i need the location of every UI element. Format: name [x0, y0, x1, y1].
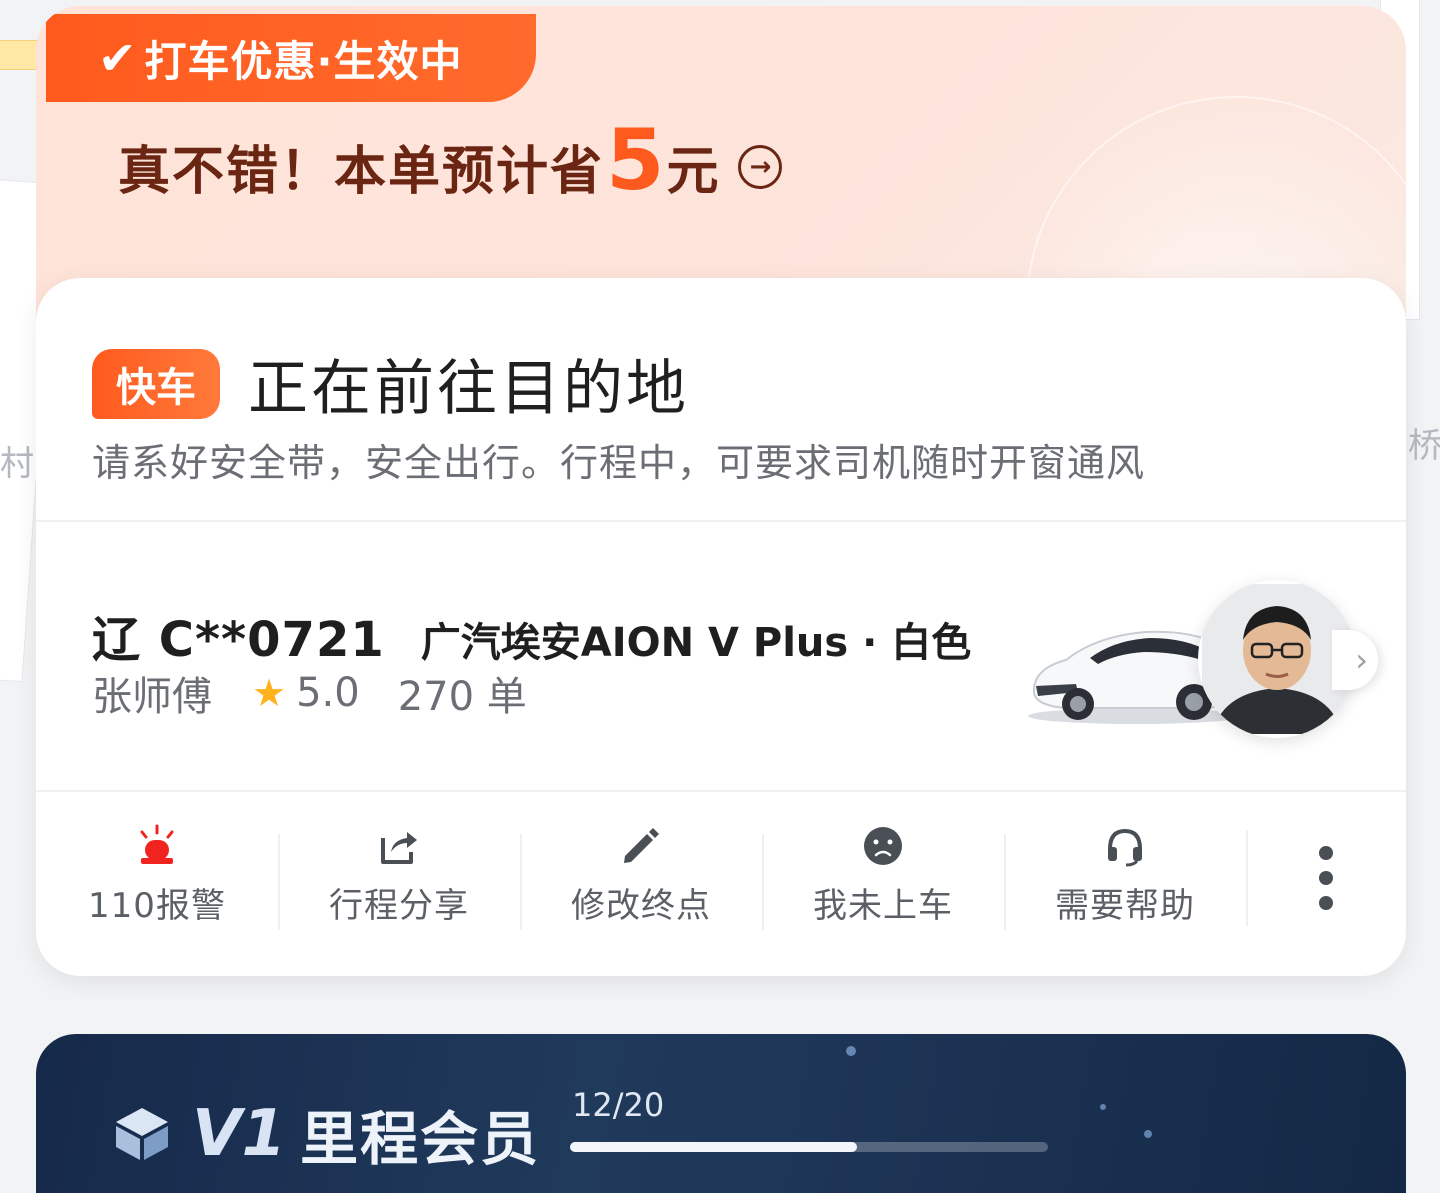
map-road: [0, 40, 40, 70]
driver-order-count: 270 单: [397, 674, 527, 720]
member-title-row: V1 里程会员: [110, 1092, 540, 1176]
member-progress-fill: [570, 1142, 857, 1152]
promo-saving-amount: 5: [606, 111, 665, 209]
member-card[interactable]: V1 里程会员 12/20: [36, 1034, 1406, 1193]
alarm-110-button[interactable]: 110报警: [36, 818, 278, 938]
sparkle-decoration: [1100, 1104, 1106, 1110]
promo-headline[interactable]: 真不错！本单预计省 5 元 →: [118, 111, 783, 209]
map-place-label: 桥: [1408, 426, 1440, 466]
trip-status-row: 快车 正在前往目的地: [92, 340, 689, 427]
promo-tag-text: 打车优惠·生效中: [144, 36, 463, 86]
more-vertical-icon: [1319, 846, 1333, 910]
action-label: 我未上车: [813, 886, 953, 926]
star-icon: ★: [252, 671, 287, 715]
need-help-button[interactable]: 需要帮助: [1004, 818, 1246, 938]
siren-icon: [133, 818, 181, 874]
check-icon: ✔: [98, 31, 137, 85]
share-trip-button[interactable]: 行程分享: [278, 818, 520, 938]
headset-icon: [1104, 818, 1146, 874]
action-label: 行程分享: [329, 886, 469, 926]
driver-photo: [1202, 584, 1352, 734]
car-hubcap: [1185, 693, 1203, 711]
license-plate: 辽 C**0721: [92, 612, 385, 668]
vehicle-info[interactable]: 辽 C**0721 广汽埃安AION V Plus · 白色: [92, 600, 971, 670]
map-place-label: 村: [0, 444, 34, 484]
divider: [36, 790, 1406, 792]
trip-status-title: 正在前往目的地: [248, 354, 689, 424]
sparkle-decoration: [1144, 1130, 1152, 1138]
sad-face-icon: [863, 818, 903, 874]
promo-tag: ✔ 打车优惠·生效中: [46, 14, 536, 102]
edit-destination-button[interactable]: 修改终点: [520, 818, 762, 938]
cube-logo-icon: [116, 1108, 168, 1160]
promo-saving-unit: 元: [666, 142, 719, 202]
car-shadow: [1028, 708, 1244, 724]
pencil-icon: [619, 818, 663, 874]
arrow-right-circle-icon[interactable]: →: [738, 145, 783, 189]
car-type-badge: 快车: [92, 348, 220, 419]
share-icon: [377, 818, 421, 874]
trip-card: 快车 正在前往目的地 请系好安全带，安全出行。行程中，可要求司机随时开窗通风 辽…: [36, 278, 1406, 976]
member-level: V1: [192, 1097, 287, 1171]
divider: [36, 520, 1406, 522]
action-label: 110报警: [88, 886, 226, 926]
safety-tip: 请系好安全带，安全出行。行程中，可要求司机随时开窗通风: [92, 441, 1146, 485]
not-boarded-button[interactable]: 我未上车: [762, 818, 1004, 938]
sparkle-decoration: [846, 1046, 856, 1056]
driver-info[interactable]: 张师傅 ★ 5.0 270 单: [92, 664, 527, 722]
action-bar: 110报警 行程分享 修改终点 我未上车 需要帮助: [36, 818, 1406, 938]
driver-name: 张师傅: [92, 674, 212, 720]
promo-headline-prefix: 真不错！本单预计省: [118, 142, 605, 202]
more-options-button[interactable]: [1246, 818, 1406, 938]
action-label: 需要帮助: [1055, 886, 1195, 926]
member-progress-text: 12/20: [572, 1086, 665, 1124]
action-label: 修改终点: [571, 886, 711, 926]
chevron-right-icon[interactable]: ›: [1332, 630, 1378, 690]
car-model: 广汽埃安AION V Plus · 白色: [420, 620, 972, 666]
member-progress-bar: [570, 1142, 1048, 1152]
driver-rating: 5.0: [296, 670, 360, 716]
car-hubcap: [1070, 696, 1086, 712]
member-name: 里程会员: [300, 1105, 541, 1173]
